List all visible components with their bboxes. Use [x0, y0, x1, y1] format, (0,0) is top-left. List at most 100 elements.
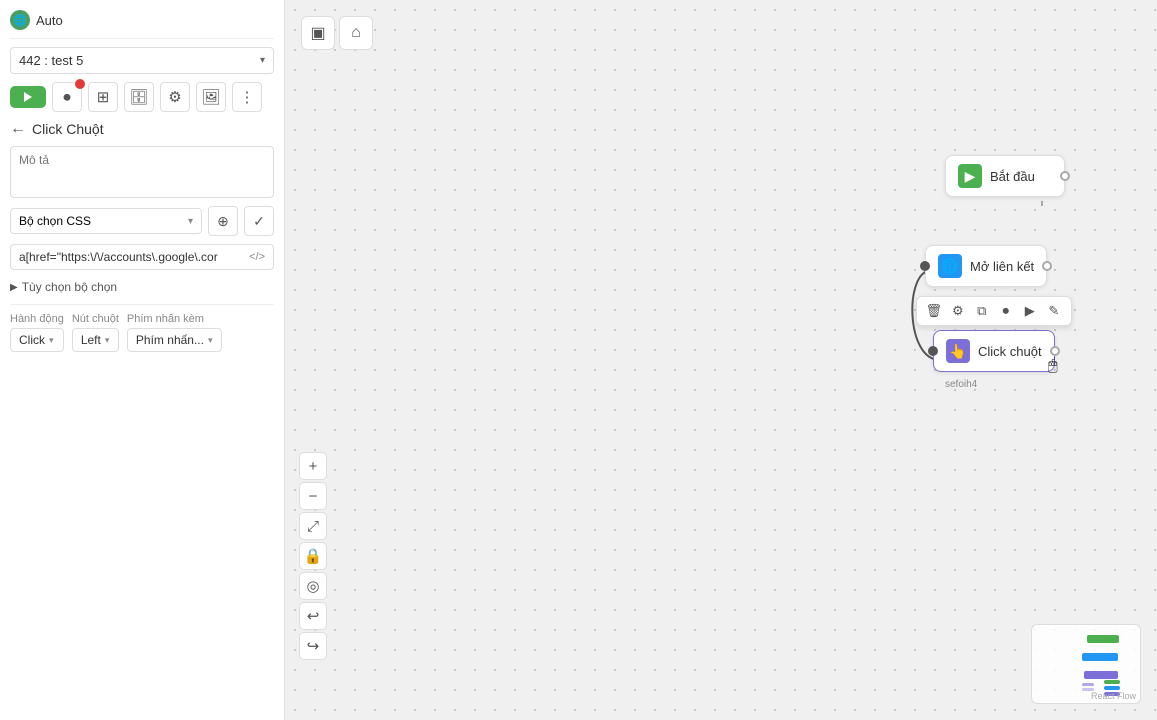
zoom-in-button[interactable]: + [299, 452, 327, 480]
open-link-node[interactable]: 🌐 Mở liên kết [925, 245, 1047, 287]
globe-icon: 🌐 [10, 10, 30, 30]
legend-blue [1104, 686, 1120, 690]
settings-button[interactable]: ⚙ [160, 82, 190, 112]
minimap-node-click [1084, 671, 1118, 679]
description-textarea[interactable] [10, 146, 274, 198]
delete-button[interactable]: 🗑 [923, 300, 945, 322]
back-button[interactable]: ← Click Chuột [10, 120, 274, 138]
check-button[interactable]: ✓ [244, 206, 274, 236]
options-row[interactable]: ▶ Tùy chọn bộ chọn [10, 278, 274, 296]
keyboard-label: Phím nhấn kèm [127, 313, 222, 325]
options-chevron-icon: ▶ [10, 282, 18, 293]
action-group: Hành động Click ▾ [10, 313, 64, 352]
undo-icon: ↩ [307, 607, 320, 625]
open-link-icon: 🌐 [938, 254, 962, 278]
action-dropdown[interactable]: Click ▾ [10, 328, 64, 352]
more-button[interactable]: ⋮ [232, 82, 262, 112]
sidebar-header: 🌐 Auto [10, 10, 274, 39]
css-selector-dropdown[interactable]: Bộ chọn CSS ▾ [10, 208, 202, 234]
zoom-out-icon: − [309, 488, 318, 505]
url-value: a[href="https:\/\/accounts\.google\.cor [19, 250, 245, 264]
image-button[interactable]: 🖼 [196, 82, 226, 112]
code-button[interactable]: </> [249, 251, 265, 263]
target-button[interactable]: ◎ [299, 572, 327, 600]
fit-view-button[interactable]: ⤢ [299, 512, 327, 540]
more-icon: ⋮ [240, 88, 255, 106]
mouse-value: Left [81, 333, 101, 347]
minimap-nav [1082, 683, 1094, 691]
table-button[interactable]: ⊞ [88, 82, 118, 112]
chevron-down-icon: ▾ [49, 335, 54, 346]
check-icon: ✓ [253, 213, 265, 230]
click-port-left[interactable] [928, 346, 938, 356]
copy-button[interactable]: ⧉ [971, 300, 993, 322]
home-icon: ⌂ [351, 24, 361, 42]
action-label: Hành động [10, 313, 64, 325]
open-link-node-container: 🌐 Mở liên kết [925, 245, 1047, 287]
keyboard-value: Phím nhấn... [136, 333, 204, 347]
undo-button[interactable]: ↩ [299, 602, 327, 630]
click-node-label: Click chuột [978, 344, 1042, 359]
minimap: React Flow [1031, 624, 1141, 704]
start-node-container: ▶ Bắt đầu [945, 155, 1065, 197]
record-icon: ⏺ [1003, 303, 1010, 319]
keyboard-dropdown[interactable]: Phím nhấn... ▾ [127, 328, 222, 352]
main-canvas[interactable]: ▣ ⌂ ▶ Bắt đầu 🌐 Mở liên kết [285, 0, 1157, 720]
auto-label: Auto [36, 13, 63, 28]
redo-button[interactable]: ↪ [299, 632, 327, 660]
mouse-dropdown[interactable]: Left ▾ [72, 328, 119, 352]
play-icon: ▶ [1025, 303, 1035, 319]
actions-labels-row: Hành động Click ▾ Nút chuột Left ▾ Phím … [10, 313, 274, 352]
panel-toggle-button[interactable]: ▣ [301, 16, 335, 50]
css-selector-label: Bộ chọn CSS [19, 214, 91, 228]
flow-selector-value: 442 : test 5 [19, 53, 83, 68]
record-node-button[interactable]: ⏺ [995, 300, 1017, 322]
toolbar: ⏺ ⊞ 🗄 ⚙ 🖼 ⋮ [10, 82, 274, 112]
crosshair-button[interactable]: ⊕ [208, 206, 238, 236]
click-port-right[interactable] [1050, 346, 1060, 356]
copy-icon: ⧉ [977, 303, 986, 319]
play-node-button[interactable]: ▶ [1019, 300, 1041, 322]
open-link-label: Mở liên kết [970, 259, 1034, 274]
settings-icon: ⚙ [168, 88, 181, 106]
zoom-out-button[interactable]: − [299, 482, 327, 510]
cursor-icon: 🖱 [1048, 357, 1058, 375]
node-settings-button[interactable]: ⚙ [947, 300, 969, 322]
record-button[interactable]: ⏺ [52, 82, 82, 112]
flow-selector[interactable]: 442 : test 5 ▾ [10, 47, 274, 74]
chevron-down-icon: ▾ [105, 335, 110, 346]
open-link-port-left[interactable] [920, 261, 930, 271]
redo-icon: ↪ [307, 637, 320, 655]
legend-green [1104, 680, 1120, 684]
gear-icon: ⚙ [952, 303, 964, 319]
panel-icon: ▣ [310, 23, 325, 43]
start-node-icon: ▶ [958, 164, 982, 188]
open-link-port-right[interactable] [1042, 261, 1052, 271]
canvas-toolbar: ▣ ⌂ [301, 16, 373, 50]
click-node[interactable]: 👆 Click chuột 🖱 [933, 330, 1055, 372]
play-button[interactable] [10, 86, 46, 108]
back-arrow-icon: ← [10, 120, 26, 138]
start-node-port-right[interactable] [1060, 171, 1070, 181]
database-button[interactable]: 🗄 [124, 82, 154, 112]
database-icon: 🗄 [129, 88, 148, 106]
edit-node-button[interactable]: ✎ [1043, 300, 1065, 322]
options-label: Tùy chọn bộ chọn [22, 280, 117, 294]
mouse-label: Nút chuột [72, 313, 119, 325]
target-icon: ◎ [306, 577, 319, 595]
css-selector-row: Bộ chọn CSS ▾ ⊕ ✓ [10, 206, 274, 236]
home-button[interactable]: ⌂ [339, 16, 373, 50]
minimap-label: React Flow [1091, 691, 1136, 701]
click-node-container: 🗑 ⚙ ⧉ ⏺ ▶ ✎ 👆 Click chuột 🖱 sefoih4 [933, 330, 1055, 372]
chevron-down-icon: ▾ [260, 55, 265, 66]
chevron-down-icon: ▾ [208, 335, 213, 346]
start-node[interactable]: ▶ Bắt đầu [945, 155, 1065, 197]
minimap-node-link [1082, 653, 1118, 661]
trash-icon: 🗑 [926, 303, 943, 319]
play-icon [24, 92, 32, 102]
click-node-icon: 👆 [946, 339, 970, 363]
sidebar: 🌐 Auto 442 : test 5 ▾ ⏺ ⊞ 🗄 ⚙ 🖼 ⋮ [0, 0, 285, 720]
url-row: a[href="https:\/\/accounts\.google\.cor … [10, 244, 274, 270]
lock-button[interactable]: 🔒 [299, 542, 327, 570]
crosshair-icon: ⊕ [217, 213, 229, 230]
